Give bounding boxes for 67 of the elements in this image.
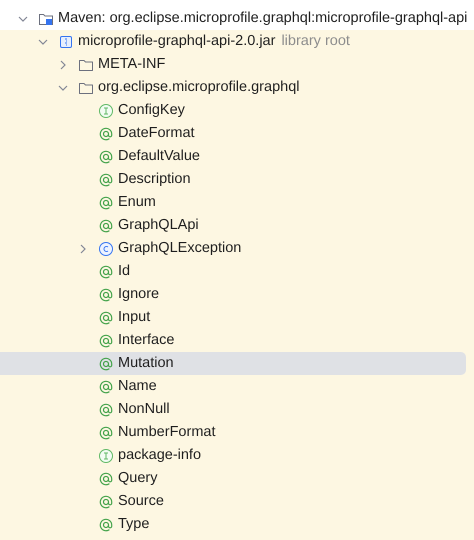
at-sign-icon	[98, 470, 114, 486]
node-label: GraphQLException	[118, 238, 242, 258]
node-label: Type	[118, 514, 150, 534]
node-label: DefaultValue	[118, 146, 200, 166]
tree-row[interactable]: Id	[0, 260, 474, 283]
node-label: Ignore	[118, 284, 160, 304]
tree-row[interactable]: Interface	[0, 329, 474, 352]
node-label: package-info	[118, 446, 202, 465]
node-label: org.eclipse.microprofile.graphql	[98, 78, 300, 97]
at-sign-icon	[98, 516, 114, 532]
tree-row[interactable]: Source	[0, 490, 474, 513]
node-label: GraphQLApi	[118, 216, 199, 235]
node-label: Query	[118, 468, 158, 488]
node-label: Id	[118, 262, 130, 281]
tree-row[interactable]: DefaultValue	[0, 145, 474, 168]
node-label: DateFormat	[118, 124, 195, 143]
node-label: Name	[118, 376, 157, 396]
at-sign-icon	[98, 194, 114, 210]
node-label: ConfigKey	[118, 100, 185, 120]
node-label: NumberFormat	[118, 422, 216, 442]
tree-row[interactable]: DateFormat	[0, 122, 474, 145]
tree-row[interactable]: package-info	[0, 444, 474, 467]
archive-icon	[58, 34, 74, 50]
node-label: Interface	[118, 330, 174, 350]
tree-row[interactable]: Input	[0, 306, 474, 329]
node-label: microprofile-graphql-api-2.0.jar	[78, 32, 276, 51]
tree-row[interactable]: Name	[0, 375, 474, 398]
library-root-hint: library root	[281, 32, 350, 51]
tree-row[interactable]: Ignore	[0, 283, 474, 306]
at-sign-icon	[98, 494, 114, 510]
at-sign-icon	[98, 424, 114, 440]
tree-row[interactable]: Description	[0, 168, 474, 191]
node-label: META-INF	[98, 54, 166, 74]
tree-row[interactable]: Query	[0, 467, 474, 490]
at-sign-icon	[98, 126, 114, 142]
node-label: Mutation	[118, 354, 174, 373]
at-sign-icon	[98, 310, 114, 326]
at-sign-icon	[98, 402, 114, 418]
tree-row[interactable]: org.eclipse.microprofile.graphql	[0, 76, 474, 99]
at-sign-icon	[98, 218, 114, 234]
at-sign-icon	[98, 172, 114, 188]
tree-row[interactable]: Type	[0, 513, 474, 536]
class-icon	[98, 240, 114, 256]
interface-icon	[98, 448, 114, 464]
tree-row[interactable]: microprofile-graphql-api-2.0.jar library root	[0, 30, 474, 53]
at-sign-icon	[98, 332, 114, 348]
tree-row[interactable]: GraphQLApi	[0, 214, 474, 237]
tree-row[interactable]: GraphQLException	[0, 237, 474, 260]
tree-row[interactable]: NumberFormat	[0, 421, 474, 444]
tree-row[interactable]: Enum	[0, 191, 474, 214]
node-label: Enum	[118, 192, 156, 212]
at-sign-icon	[98, 378, 114, 394]
tree-row[interactable]: ConfigKey	[0, 99, 474, 122]
at-sign-icon	[98, 148, 114, 164]
interface-icon	[98, 102, 114, 118]
at-sign-icon	[98, 286, 114, 302]
at-sign-icon	[98, 264, 114, 280]
selected-row[interactable]: Mutation	[0, 352, 466, 375]
node-label: NonNull	[118, 400, 170, 419]
node-label: Source	[118, 492, 164, 511]
tree-row[interactable]: META-INF	[0, 53, 474, 76]
node-label: Input	[118, 308, 150, 327]
at-sign-icon	[98, 356, 114, 372]
node-label: Description	[118, 170, 191, 189]
tree-row[interactable]: NonNull	[0, 398, 474, 421]
tree-row[interactable]: Maven: org.eclipse.microprofile.graphql:microprofile-graphql-api	[0, 7, 474, 30]
node-label: Maven: org.eclipse.microprofile.graphql:microprofile-graphql-api	[58, 8, 468, 28]
